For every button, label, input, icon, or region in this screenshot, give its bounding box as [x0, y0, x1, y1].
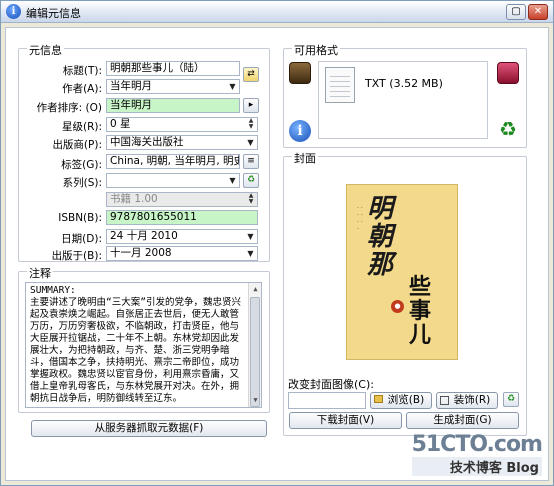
seal-icon: ● — [391, 300, 404, 313]
watermark: 51CTO.com 技术博客 Blog — [411, 432, 543, 476]
cover-group-label: 封面 — [292, 150, 318, 166]
pubdate-value: 十一月 2008 — [110, 247, 172, 259]
publisher-combo[interactable]: 中国海关出版社 ▼ — [106, 135, 258, 150]
pubdate-picker[interactable]: 十一月 2008 ▼ — [106, 246, 258, 261]
watermark-site: 51CTO.com — [411, 432, 543, 457]
tags-label: 标签(G): — [61, 159, 102, 171]
remove-format-icon[interactable] — [497, 62, 519, 84]
dialog-body: 元信息 标题(T): 明朝那些事儿（陆） ⇄ 作者(A): 当年明月 ▼ 作者排… — [5, 27, 549, 481]
formats-group-label: 可用格式 — [292, 42, 340, 58]
info-icon: i — [6, 4, 21, 19]
info-icon[interactable]: i — [289, 120, 311, 142]
format-item-label[interactable]: TXT (3.52 MB) — [365, 77, 443, 90]
browse-button[interactable]: 浏览(B) — [370, 392, 432, 409]
title-label: 标题(T): — [62, 65, 102, 77]
trim-button-label: 装饰(R) — [453, 394, 491, 406]
chevron-down-icon: ▼ — [229, 82, 236, 91]
author-label: 作者(A): — [62, 83, 102, 95]
document-icon — [325, 67, 355, 103]
pubdate-label: 出版于(B): — [51, 250, 102, 262]
chevron-down-icon: ▼ — [247, 232, 254, 241]
series-label: 系列(S): — [62, 177, 102, 189]
rating-value: 0 星 — [110, 118, 131, 130]
crop-icon — [440, 396, 449, 405]
recycle-icon[interactable]: ♻ — [497, 118, 519, 140]
title-field[interactable]: 明朝那些事儿（陆） — [106, 61, 240, 76]
author-sort-field[interactable]: 当年明月 — [106, 98, 240, 113]
tag-editor-icon[interactable]: ≡ — [243, 154, 259, 169]
maximize-button[interactable]: ▢ — [506, 4, 526, 20]
comments-group-label: 注释 — [27, 265, 53, 281]
metadata-dialog: i 编辑元信息 ▢ ✕ 元信息 标题(T): 明朝那些事儿（陆） ⇄ 作者(A)… — [0, 0, 554, 486]
tags-field[interactable]: China, 明朝, 当年明月, 明史 — [106, 154, 240, 169]
author-combo[interactable]: 当年明月 ▼ — [106, 79, 240, 94]
add-format-icon[interactable] — [289, 62, 311, 84]
series-combo[interactable]: ▼ — [106, 173, 240, 188]
auto-sort-icon[interactable]: ▸ — [243, 98, 259, 113]
author-value: 当年明月 — [110, 80, 152, 92]
series-index-value: 书籍 1.00 — [110, 193, 158, 205]
window-title: 编辑元信息 — [26, 7, 81, 20]
isbn-label: ISBN(B): — [58, 212, 102, 224]
author-sort-label: 作者排序: (O) — [36, 102, 102, 114]
cover-author-text: · · · · · · · — [357, 205, 363, 233]
cover-path-field[interactable] — [288, 392, 366, 409]
spin-arrows-icon: ▲ ▼ — [248, 192, 254, 205]
fetch-metadata-button[interactable]: 从服务器抓取元数据(F) — [31, 420, 267, 437]
formats-list[interactable]: TXT (3.52 MB) — [318, 61, 488, 139]
metadata-group-label: 元信息 — [27, 42, 64, 58]
recycle-icon[interactable]: ♻ — [503, 392, 519, 407]
date-picker[interactable]: 24 十月 2010 ▼ — [106, 229, 258, 244]
rating-label: 星级(R): — [61, 121, 102, 133]
date-label: 日期(D): — [61, 233, 102, 245]
generate-cover-button[interactable]: 生成封面(G) — [406, 412, 519, 429]
recycle-icon[interactable]: ♻ — [243, 173, 259, 188]
comments-scrollbar[interactable]: ▲ ▼ — [248, 283, 261, 407]
chevron-down-icon: ▼ — [247, 249, 254, 258]
publisher-label: 出版商(P): — [52, 139, 102, 151]
spin-arrows-icon[interactable]: ▲ ▼ — [246, 118, 256, 131]
cover-image: · · · · · · · 明朝那 些事儿 ● — [346, 184, 458, 360]
publisher-value: 中国海关出版社 — [110, 136, 184, 148]
scroll-up-icon[interactable]: ▲ — [250, 284, 261, 295]
chevron-down-icon: ▼ — [247, 138, 254, 147]
comments-text: SUMMARY: 主要讲述了晚明由“三大案”引发的党争，魏忠贤兴起及袁崇焕之崛起… — [30, 285, 241, 404]
folder-icon — [374, 395, 383, 403]
cover-title-art: 明朝那 — [367, 194, 394, 280]
scroll-down-icon[interactable]: ▼ — [250, 395, 261, 406]
isbn-field[interactable]: 9787801655011 — [106, 210, 258, 225]
browse-button-label: 浏览(B) — [387, 394, 425, 406]
swap-title-author-icon[interactable]: ⇄ — [243, 67, 259, 82]
comments-textarea[interactable]: SUMMARY: 主要讲述了晚明由“三大案”引发的党争，魏忠贤兴起及袁崇焕之崛起… — [25, 282, 262, 408]
chevron-down-icon: ▼ — [229, 176, 236, 185]
watermark-blog: 技术博客 Blog — [411, 457, 542, 476]
scroll-thumb[interactable] — [250, 297, 260, 407]
trim-button[interactable]: 装饰(R) — [436, 392, 498, 409]
series-index-spinbox: 书籍 1.00 ▲ ▼ — [106, 192, 258, 207]
rating-spinbox[interactable]: 0 星 ▲ ▼ — [106, 117, 258, 132]
title-bar[interactable]: i 编辑元信息 ▢ ✕ — [1, 1, 553, 23]
cover-subtitle-art: 些事儿 — [409, 274, 432, 348]
download-cover-button[interactable]: 下载封面(V) — [289, 412, 402, 429]
date-value: 24 十月 2010 — [110, 230, 178, 242]
close-button[interactable]: ✕ — [528, 4, 548, 20]
change-cover-label: 改变封面图像(C): — [288, 378, 374, 391]
